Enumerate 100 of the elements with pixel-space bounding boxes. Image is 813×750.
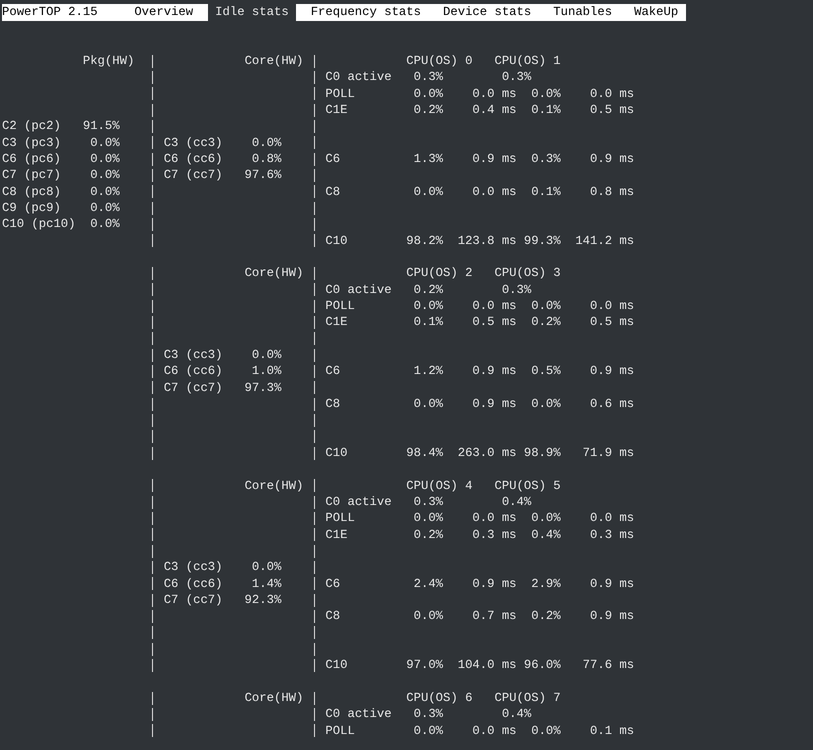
cstate-label: C6 — [325, 576, 340, 592]
cstate-label: C9 (pc9) — [2, 200, 61, 216]
duration-value: 123.8 ms — [458, 232, 517, 250]
cstate-label: POLL — [325, 722, 355, 739]
residency-value: 96.0% — [524, 657, 561, 674]
residency-value: 2.4% — [414, 576, 444, 592]
duration-value: 0.5 ms — [590, 102, 634, 118]
cstate-label: C3 (cc3) — [164, 134, 223, 152]
cpu-heading: CPU(OS) 2 — [406, 265, 472, 282]
residency-value: 0.0% — [90, 134, 120, 152]
residency-value: 99.3% — [524, 232, 561, 250]
cpu-heading: CPU(OS) 6 — [406, 690, 472, 706]
cstate-label: C10 — [325, 445, 348, 462]
cpu-heading: CPU(OS) 1 — [494, 53, 561, 70]
residency-value: 0.3% — [414, 706, 444, 723]
duration-value: 77.6 ms — [582, 657, 634, 674]
residency-value: 0.2% — [531, 608, 561, 625]
duration-value: 263.0 ms — [458, 445, 517, 462]
duration-value: 0.6 ms — [590, 396, 634, 412]
residency-value: 0.0% — [414, 608, 444, 625]
residency-value: 0.2% — [414, 282, 444, 298]
cstate-label: C3 (cc3) — [164, 559, 223, 576]
duration-value: 0.4 ms — [472, 102, 517, 118]
duration-value: 104.0 ms — [458, 657, 517, 674]
cstate-label: C10 — [325, 232, 348, 250]
cpu-heading: CPU(OS) 5 — [494, 478, 561, 494]
cstate-label: C6 (pc6) — [2, 151, 61, 168]
cstate-label: C0 active — [325, 494, 392, 510]
cstate-label: C7 (pc7) — [2, 167, 61, 184]
duration-value: 0.0 ms — [472, 184, 517, 200]
residency-value: 0.0% — [531, 722, 561, 739]
residency-value: 0.0% — [414, 396, 444, 412]
cstate-label: C6 (cc6) — [164, 576, 223, 592]
residency-value: 1.2% — [414, 363, 444, 380]
cstate-label: C7 (cc7) — [164, 592, 223, 608]
residency-value: 0.0% — [90, 216, 120, 233]
duration-value: 0.9 ms — [472, 151, 517, 168]
cstate-label: C8 (pc8) — [2, 184, 61, 200]
residency-value: 1.4% — [252, 576, 282, 592]
cstate-label: C6 — [325, 363, 340, 380]
residency-value: 0.3% — [414, 69, 444, 86]
duration-value: 0.9 ms — [472, 363, 517, 380]
residency-value: 1.0% — [252, 363, 282, 380]
duration-value: 0.9 ms — [590, 363, 634, 380]
residency-value: 0.0% — [90, 200, 120, 216]
duration-value: 0.0 ms — [472, 510, 517, 527]
duration-value: 0.3 ms — [590, 526, 634, 543]
duration-value: 141.2 ms — [575, 232, 634, 250]
residency-value: 0.3% — [502, 69, 532, 86]
residency-value: 0.0% — [90, 151, 120, 168]
column-heading: Core(HW) — [244, 265, 304, 282]
residency-value: 97.3% — [244, 380, 282, 396]
cstate-label: C0 active — [325, 69, 392, 86]
residency-value: 1.3% — [414, 151, 444, 168]
duration-value: 0.0 ms — [472, 86, 517, 102]
cstate-label: C2 (pc2) — [2, 118, 61, 135]
column-heading: Core(HW) — [244, 53, 304, 70]
duration-value: 0.8 ms — [590, 184, 634, 200]
duration-value: 71.9 ms — [582, 445, 634, 462]
cstate-label: C8 — [325, 184, 340, 200]
duration-value: 0.1 ms — [590, 722, 634, 739]
cstate-label: C0 active — [325, 282, 392, 298]
residency-value: 0.4% — [502, 706, 532, 723]
duration-value: 0.0 ms — [472, 298, 517, 314]
cstate-label: C10 (pc10) — [2, 216, 76, 233]
cstate-label: POLL — [325, 298, 355, 314]
duration-value: 0.9 ms — [590, 151, 634, 168]
residency-value: 0.4% — [502, 494, 532, 510]
cpu-heading: CPU(OS) 4 — [406, 478, 472, 494]
column-heading: Core(HW) — [244, 690, 304, 706]
cstate-label: C0 active — [325, 706, 392, 723]
cstate-label: C7 (cc7) — [164, 167, 223, 184]
residency-value: 0.8% — [252, 151, 282, 168]
residency-value: 97.0% — [406, 657, 444, 674]
residency-value: 0.0% — [252, 559, 282, 576]
duration-value: 0.0 ms — [590, 298, 634, 314]
residency-value: 98.9% — [524, 445, 561, 462]
duration-value: 0.9 ms — [472, 576, 517, 592]
residency-value: 0.0% — [90, 184, 120, 200]
residency-value: 0.0% — [414, 184, 444, 200]
residency-value: 0.0% — [90, 167, 120, 184]
duration-value: 0.0 ms — [472, 722, 517, 739]
residency-value: 0.3% — [414, 494, 444, 510]
duration-value: 0.5 ms — [590, 314, 634, 331]
residency-value: 0.2% — [531, 314, 561, 331]
cstate-label: C1E — [325, 526, 348, 543]
tab[interactable]: Idle stats — [208, 4, 296, 20]
cstate-label: C6 — [325, 151, 340, 168]
cpu-heading: CPU(OS) 0 — [406, 53, 472, 70]
cstate-label: C3 (cc3) — [164, 347, 223, 364]
duration-value: 0.3 ms — [472, 526, 517, 543]
cstate-label: C7 (cc7) — [164, 380, 223, 396]
duration-value: 0.9 ms — [590, 608, 634, 625]
duration-value: 0.0 ms — [590, 510, 634, 527]
cstate-label: C8 — [325, 608, 340, 625]
cstate-label: C6 (cc6) — [164, 363, 223, 380]
residency-value: 0.0% — [414, 510, 444, 527]
residency-value: 0.0% — [252, 134, 282, 152]
cpu-heading: CPU(OS) 7 — [494, 690, 561, 706]
column-heading: Core(HW) — [244, 478, 304, 494]
